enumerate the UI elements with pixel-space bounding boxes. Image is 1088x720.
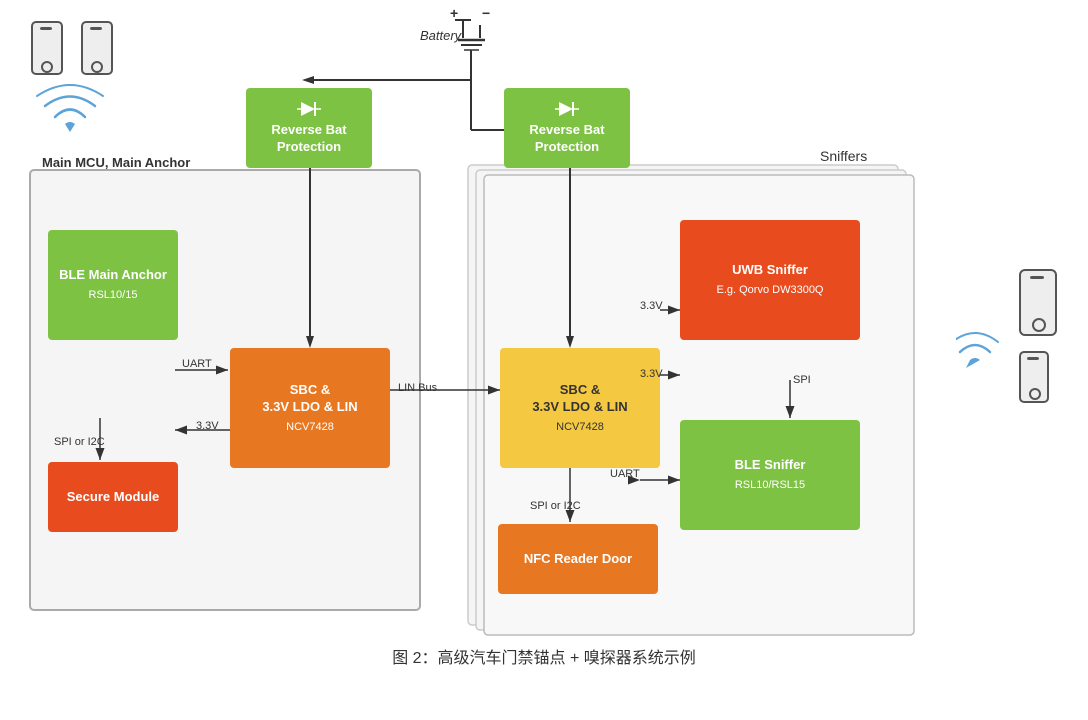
spi-label: SPI xyxy=(793,374,811,386)
sbc-main-subtitle: NCV7428 xyxy=(286,420,334,434)
sbc-sniffer-block: SBC &3.3V LDO & LIN NCV7428 xyxy=(500,348,660,468)
lin-bus-label: LIN Bus xyxy=(398,382,437,394)
svg-text:+: + xyxy=(450,5,458,21)
ble-main-anchor-title: BLE Main Anchor xyxy=(59,267,167,284)
ble-main-anchor-block: BLE Main Anchor RSL10/15 xyxy=(48,230,178,340)
sbc-main-title: SBC &3.3V LDO & LIN xyxy=(262,382,357,416)
ble-sniffer-title: BLE Sniffer xyxy=(735,457,806,474)
sbc-main-block: SBC &3.3V LDO & LIN NCV7428 xyxy=(230,348,390,468)
uwb-sniffer-title: UWB Sniffer xyxy=(732,262,808,279)
right-wifi xyxy=(956,320,1016,380)
left-phones xyxy=(30,20,118,85)
spi-i2c1-label: SPI or I2C xyxy=(54,436,105,448)
battery-label: Battery xyxy=(420,28,461,43)
sniffers-label: Sniffers xyxy=(820,148,867,164)
left-wifi xyxy=(35,82,105,142)
uart2-label: UART xyxy=(610,468,640,480)
sbc-sniffer-subtitle: NCV7428 xyxy=(556,420,604,434)
ble-sniffer-subtitle: RSL10/RSL15 xyxy=(735,478,805,492)
spi-i2c2-label: SPI or I2C xyxy=(530,500,581,512)
nfc-reader-block: NFC Reader Door xyxy=(498,524,658,594)
uwb-sniffer-subtitle: E.g. Qorvo DW3300Q xyxy=(717,283,824,297)
nfc-reader-title: NFC Reader Door xyxy=(524,551,632,568)
sbc-sniffer-title: SBC &3.3V LDO & LIN xyxy=(532,382,627,416)
reverse-bat-sniffer-title: Reverse Bat Protection xyxy=(510,122,624,156)
v33-2-label: 3.3V xyxy=(640,300,663,312)
secure-module-block: Secure Module xyxy=(48,462,178,532)
v33-1-label: 3.3V xyxy=(196,420,219,432)
v33-3-label: 3.3V xyxy=(640,368,663,380)
main-mcu-label: Main MCU, Main Anchor xyxy=(42,155,190,170)
reverse-bat-main-block: Reverse Bat Protection xyxy=(246,88,372,168)
reverse-bat-main-title: Reverse Bat Protection xyxy=(252,122,366,156)
diagram: + − Battery Main MCU, Main Anchor Sniffe… xyxy=(0,0,1088,680)
caption: 图 2：高级汽车门禁锚点 + 嗅探器系统示例 xyxy=(392,644,696,668)
right-phones xyxy=(1018,268,1060,413)
secure-module-title: Secure Module xyxy=(67,489,159,506)
uart1-label: UART xyxy=(182,358,212,370)
svg-text:−: − xyxy=(482,5,490,21)
uwb-sniffer-block: UWB Sniffer E.g. Qorvo DW3300Q xyxy=(680,220,860,340)
ble-sniffer-block: BLE Sniffer RSL10/RSL15 xyxy=(680,420,860,530)
reverse-bat-sniffer-block: Reverse Bat Protection xyxy=(504,88,630,168)
ble-main-anchor-subtitle: RSL10/15 xyxy=(89,288,138,302)
